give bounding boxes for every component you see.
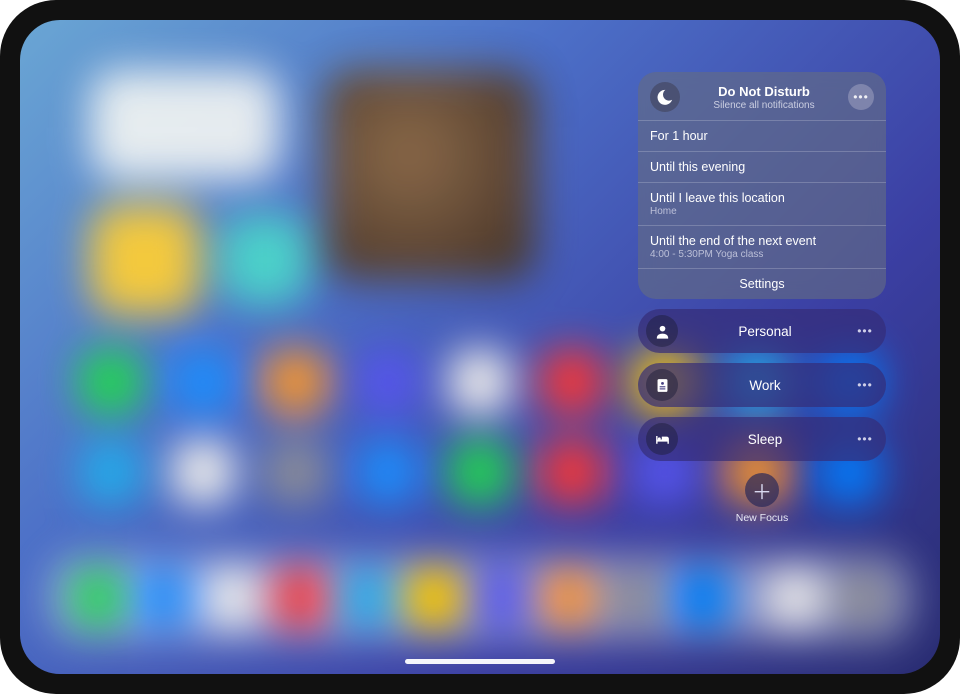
do-not-disturb-card: Do Not Disturb Silence all notifications… <box>638 72 886 299</box>
dnd-option-next-event[interactable]: Until the end of the next event 4:00 - 5… <box>638 225 886 268</box>
focus-pill-work[interactable]: Work ••• <box>638 363 886 407</box>
plus-icon: ＋ <box>745 473 779 507</box>
dock <box>50 556 910 640</box>
focus-pill-sleep[interactable]: Sleep ••• <box>638 417 886 461</box>
dnd-option-1hour[interactable]: For 1 hour <box>638 120 886 151</box>
dnd-option-evening[interactable]: Until this evening <box>638 151 886 182</box>
person-icon <box>646 315 678 347</box>
focus-label-personal: Personal <box>678 324 852 339</box>
dnd-option-leave-location[interactable]: Until I leave this location Home <box>638 182 886 225</box>
dnd-title: Do Not Disturb <box>690 84 838 99</box>
home-indicator[interactable] <box>405 659 555 664</box>
ipad-device-frame: Do Not Disturb Silence all notifications… <box>0 0 960 694</box>
new-focus-label: New Focus <box>736 512 789 524</box>
dnd-more-button[interactable]: ••• <box>848 84 874 110</box>
dnd-settings-button[interactable]: Settings <box>638 268 886 299</box>
new-focus-button[interactable]: ＋ New Focus <box>736 473 789 524</box>
focus-panel: Do Not Disturb Silence all notifications… <box>638 72 886 524</box>
focus-pill-personal[interactable]: Personal ••• <box>638 309 886 353</box>
focus-label-work: Work <box>678 378 852 393</box>
focus-more-work[interactable]: ••• <box>852 372 878 398</box>
badge-icon <box>646 369 678 401</box>
dnd-subtitle: Silence all notifications <box>690 100 838 111</box>
focus-more-personal[interactable]: ••• <box>852 318 878 344</box>
dnd-header[interactable]: Do Not Disturb Silence all notifications… <box>638 72 886 120</box>
moon-icon <box>650 82 680 112</box>
focus-more-sleep[interactable]: ••• <box>852 426 878 452</box>
ipad-screen: Do Not Disturb Silence all notifications… <box>20 20 940 674</box>
focus-label-sleep: Sleep <box>678 432 852 447</box>
bed-icon <box>646 423 678 455</box>
